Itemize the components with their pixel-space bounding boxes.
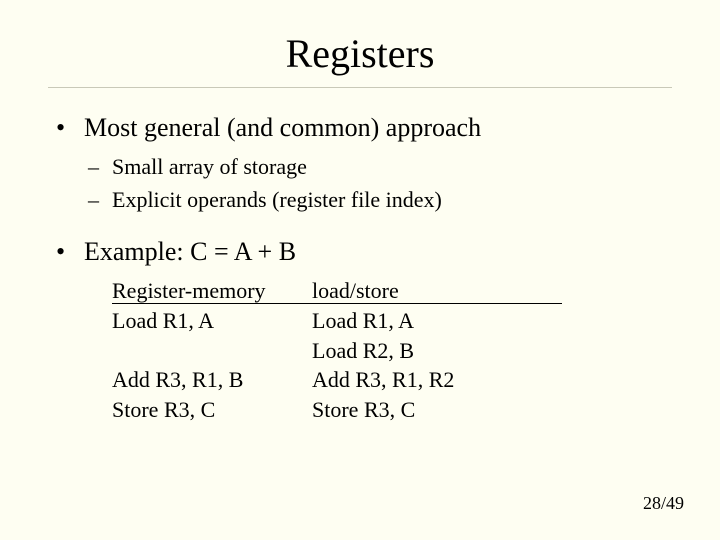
sub-bullet-text: Small array of storage — [112, 154, 307, 179]
cell-left: Store R3, C — [112, 395, 312, 425]
header-underline — [112, 303, 562, 304]
column-header-left: Register-memory — [112, 276, 312, 306]
bullet-text: Most general (and common) approach — [84, 113, 481, 142]
table-row: Load R2, B — [112, 336, 672, 366]
table-row: Load R1, A Load R1, A — [112, 306, 672, 336]
slide-title: Registers — [48, 30, 672, 77]
table-row: Add R3, R1, B Add R3, R1, R2 — [112, 365, 672, 395]
sub-bullet-item: Explicit operands (register file index) — [112, 185, 672, 216]
cell-right: Load R2, B — [312, 336, 572, 366]
title-divider — [48, 87, 672, 88]
cell-left: Load R1, A — [112, 306, 312, 336]
sub-bullet-list: Small array of storage Explicit operands… — [84, 152, 672, 216]
example-columns: Register-memory load/store Load R1, A Lo… — [84, 276, 672, 424]
column-header-row: Register-memory load/store — [112, 276, 672, 306]
cell-right: Store R3, C — [312, 395, 572, 425]
sub-bullet-text: Explicit operands (register file index) — [112, 187, 442, 212]
bullet-item: Example: C = A + B — [84, 234, 672, 270]
slide: Registers Most general (and common) appr… — [0, 0, 720, 540]
cell-left — [112, 336, 312, 366]
table-row: Store R3, C Store R3, C — [112, 395, 672, 425]
cell-left: Add R3, R1, B — [112, 365, 312, 395]
column-header-right: load/store — [312, 276, 572, 306]
bullet-text: Example: C = A + B — [84, 237, 296, 266]
cell-right: Add R3, R1, R2 — [312, 365, 572, 395]
sub-bullet-item: Small array of storage — [112, 152, 672, 183]
bullet-item: Most general (and common) approach — [84, 110, 672, 146]
cell-right: Load R1, A — [312, 306, 572, 336]
bullet-list: Most general (and common) approach Small… — [48, 110, 672, 425]
page-number: 28/49 — [643, 493, 684, 514]
